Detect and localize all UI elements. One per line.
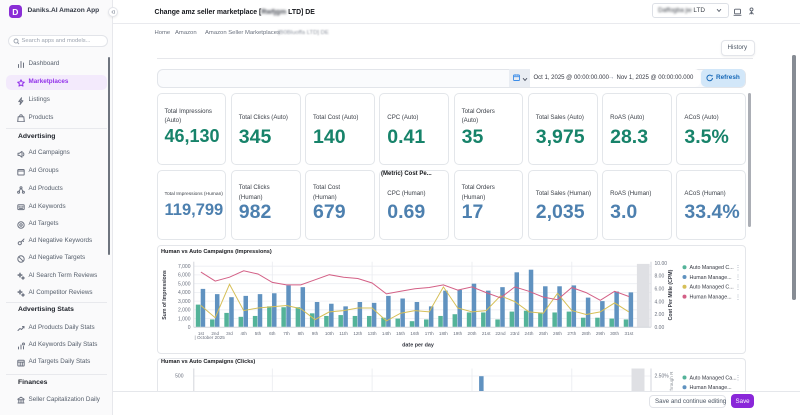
svg-text:0.00: 0.00 [654,325,664,331]
svg-text:3,000: 3,000 [177,299,190,305]
svg-text:8.00: 8.00 [654,274,664,280]
svg-text:24th: 24th [524,331,533,336]
svg-text:15th: 15th [396,331,405,336]
svg-text:7th: 7th [283,331,290,336]
svg-text:6th: 6th [269,331,276,336]
svg-text:29th: 29th [595,331,604,336]
svg-text:2.50%: 2.50% [654,373,669,379]
svg-text:Sum of Impressions: Sum of Impressions [162,270,168,320]
svg-text:⋮: ⋮ [735,375,741,381]
svg-text:Auto Managed C...: Auto Managed C... [689,265,733,271]
svg-text:Human Manage...: Human Manage... [689,295,731,301]
svg-text:6,000: 6,000 [177,273,190,279]
svg-text:Auto Managed Ca...: Auto Managed Ca... [689,375,736,381]
svg-text:2,000: 2,000 [177,308,190,314]
svg-text:26th: 26th [553,331,562,336]
svg-text:12th: 12th [353,331,362,336]
svg-text:0: 0 [187,325,190,331]
svg-text:20th: 20th [467,331,476,336]
svg-text:date per day: date per day [402,343,434,349]
svg-text:3rd: 3rd [226,331,233,336]
svg-text:13th: 13th [367,331,376,336]
svg-text:⋮: ⋮ [735,295,741,301]
svg-text:16th: 16th [410,331,419,336]
svg-text:9th: 9th [311,331,318,336]
svg-text:Cost Per Mille (CPM): Cost Per Mille (CPM) [668,270,674,321]
svg-text:6.00: 6.00 [654,287,664,293]
svg-text:21st: 21st [481,331,490,336]
svg-text:8th: 8th [297,331,304,336]
svg-text:10.00: 10.00 [654,261,667,267]
svg-text:| October 2025: | October 2025 [194,335,225,340]
svg-text:22nd: 22nd [495,331,506,336]
svg-text:4,000: 4,000 [177,290,190,296]
svg-text:5th: 5th [254,331,261,336]
svg-text:2.00: 2.00 [654,312,664,318]
svg-text:28th: 28th [581,331,590,336]
svg-text:⋮: ⋮ [735,266,741,272]
svg-text:7,000: 7,000 [177,264,190,270]
svg-text:27th: 27th [567,331,576,336]
svg-text:14th: 14th [381,331,390,336]
svg-text:4th: 4th [240,331,247,336]
svg-text:31st: 31st [624,331,633,336]
svg-text:17th: 17th [424,331,433,336]
svg-text:⋮: ⋮ [735,275,741,281]
svg-text:500: 500 [175,373,184,379]
svg-text:10th: 10th [324,331,333,336]
svg-text:⋮: ⋮ [735,285,741,291]
svg-text:19th: 19th [453,331,462,336]
svg-text:Click Through R: Click Through R [669,370,674,390]
svg-text:Auto Managed C...: Auto Managed C... [689,285,733,291]
svg-text:1,000: 1,000 [177,317,190,323]
svg-text:30th: 30th [610,331,619,336]
svg-text:18th: 18th [438,331,447,336]
svg-text:Human Manage...: Human Manage... [689,275,731,281]
svg-text:23rd: 23rd [510,331,520,336]
svg-text:11th: 11th [339,331,348,336]
svg-text:5,000: 5,000 [177,282,190,288]
svg-text:4.00: 4.00 [654,300,664,306]
svg-text:25th: 25th [538,331,547,336]
